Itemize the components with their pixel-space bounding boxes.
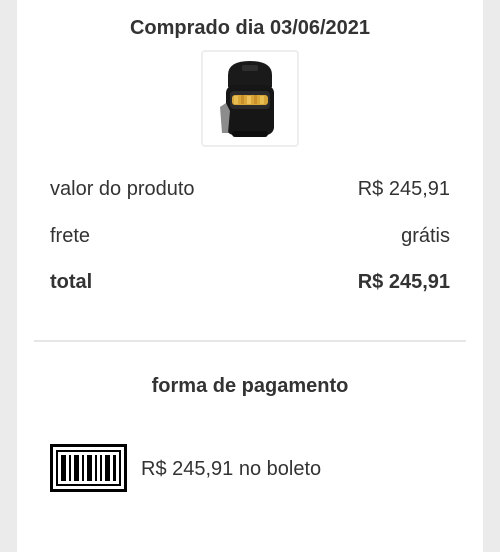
- barcode-icon: [50, 444, 127, 492]
- payment-detail: R$ 245,91 no boleto: [141, 458, 322, 480]
- summary-value: R$ 245,91: [357, 177, 450, 200]
- purchase-date-title: Comprado dia 03/06/2021: [129, 17, 371, 39]
- summary-value: grátis: [401, 224, 450, 247]
- summary-row-total: total R$ 245,91: [50, 268, 450, 296]
- payment-method-title: forma de pagamento: [151, 375, 349, 397]
- summary-row-shipping: frete grátis: [50, 222, 450, 250]
- section-divider: [34, 340, 466, 342]
- summary-row-product-value: valor do produto R$ 245,91: [50, 175, 450, 203]
- summary-value: R$ 245,91: [357, 270, 450, 293]
- product-image[interactable]: [201, 50, 299, 147]
- summary-label: total: [50, 270, 93, 293]
- order-details-card: Comprado dia 03/06/2021 valor do produto…: [17, 0, 483, 552]
- air-fryer-icon: [220, 61, 274, 137]
- summary-label: frete: [50, 224, 91, 247]
- summary-label: valor do produto: [50, 177, 195, 200]
